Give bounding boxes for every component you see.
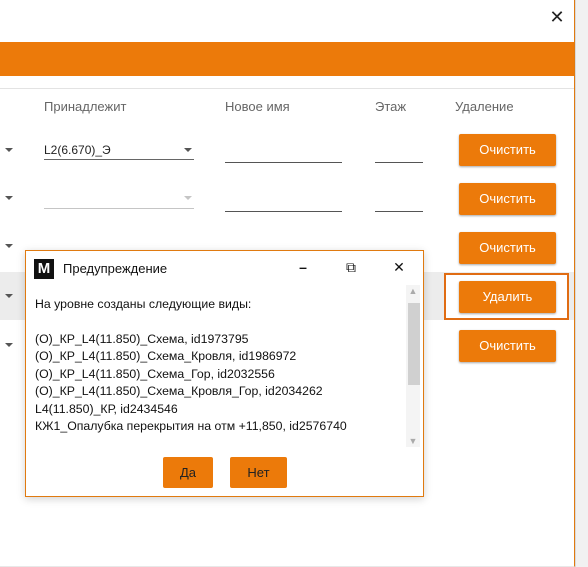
app-logo-icon: M [34,259,54,279]
view-list-item: (О)_КР_L4(11.850)_Схема_Гор, id2032556 [35,366,275,381]
scroll-up-icon[interactable]: ▲ [406,285,420,297]
view-list-item: (О)_КР_L4(11.850)_Схема, id1973795 [35,331,249,346]
floor-input-row2[interactable] [375,211,423,212]
view-list-item: (О)_КР_L4(11.850)_Схема_Кровля, id198697… [35,349,297,363]
background-window-strip [575,0,588,567]
dialog-title: Предупреждение [63,261,168,276]
dialog-message: На уровне созданы следующие виды: (О)_КР… [35,296,405,436]
chevron-down-icon[interactable] [184,148,192,152]
floor-input-row1[interactable] [375,162,423,163]
close-icon[interactable]: ✕ [548,8,566,26]
scrollbar-thumb[interactable] [408,303,420,385]
clear-button-row1[interactable]: Очистить [459,134,556,166]
yes-button[interactable]: Да [163,457,213,488]
chevron-down-icon[interactable] [5,343,13,347]
clear-button-row3[interactable]: Очистить [459,232,556,264]
orange-header-band [0,42,574,76]
view-list-item: (О)_КР_L4(11.850)_Схема_Кровля_Гор, id20… [35,384,323,398]
chevron-down-icon[interactable] [184,196,192,200]
view-list-item: КЖ1_Опалубка перекрытия на отм +11,850, … [35,419,347,433]
column-header-floor: Этаж [375,99,407,114]
chevron-down-icon[interactable] [5,294,13,298]
column-header-delete: Удаление [455,99,514,114]
warning-dialog: M Предупреждение – ⧉ ✕ На уровне созданы… [25,250,424,497]
delete-button[interactable]: Удалить [459,281,556,313]
clear-button-row5[interactable]: Очистить [459,330,556,362]
chevron-down-icon[interactable] [5,244,13,248]
owner-combo-value: L2(6.670)_Э [44,143,111,157]
column-header-new-name: Новое имя [225,99,290,114]
clear-button-row2[interactable]: Очистить [459,183,556,215]
chevron-down-icon[interactable] [5,196,13,200]
minimize-icon[interactable]: – [293,257,313,277]
owner-combo-row2[interactable] [44,190,194,209]
owner-combo-row1[interactable]: L2(6.670)_Э [44,141,194,160]
restore-icon[interactable]: ⧉ [341,257,361,277]
new-name-input-row1[interactable] [225,162,342,163]
no-button[interactable]: Нет [230,457,287,488]
chevron-down-icon[interactable] [5,148,13,152]
column-header-owner: Принадлежит [44,99,127,114]
new-name-input-row2[interactable] [225,211,342,212]
scroll-down-icon[interactable]: ▼ [406,435,420,447]
vertical-scrollbar[interactable]: ▲ ▼ [406,285,420,447]
message-intro: На уровне созданы следующие виды: [35,297,252,311]
close-icon[interactable]: ✕ [389,257,409,277]
view-list-item: L4(11.850)_КР, id2434546 [35,401,178,416]
